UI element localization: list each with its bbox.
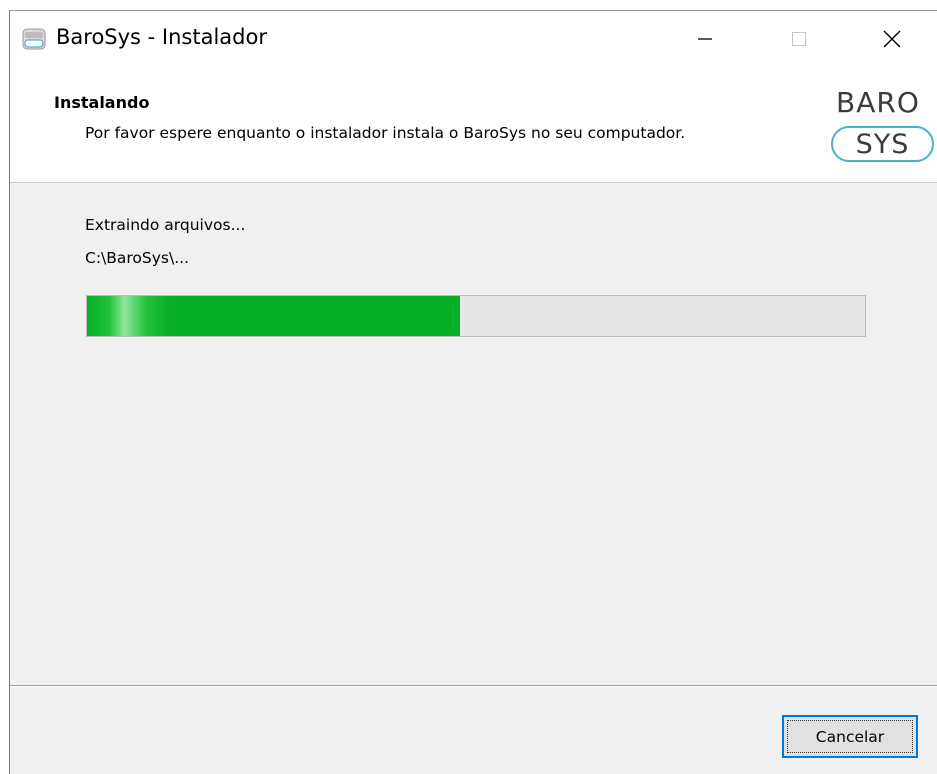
barosys-app-icon [22,28,46,50]
status-text: Extraindo arquivos... [85,216,246,234]
logo-text-top: BARO [836,86,920,119]
progress-bar [86,295,866,337]
installer-window: BaroSys - Instalador Instalando Por favo… [9,10,937,774]
close-icon [883,30,901,47]
minimize-icon [698,37,712,40]
progress-bar-fill [87,296,461,336]
page-title: Instalando [54,93,150,112]
cancel-button[interactable]: Cancelar [782,715,918,758]
current-path-text: C:\BaroSys\... [85,249,190,267]
barosys-logo: BARO SYS [826,86,937,166]
logo-text-bottom: SYS [855,128,910,160]
title-bar[interactable]: BaroSys - Instalador [10,11,937,66]
logo-pill: SYS [831,126,934,162]
cancel-button-label: Cancelar [815,727,885,746]
page-description: Por favor espere enquanto o instalador i… [85,124,686,142]
installer-header: Instalando Por favor espere enquanto o i… [10,66,937,183]
minimize-button[interactable] [658,11,752,66]
footer-divider [10,685,937,687]
window-title: BaroSys - Instalador [56,25,267,49]
maximize-button[interactable] [752,11,846,66]
close-button[interactable] [846,11,937,66]
maximize-icon [792,31,806,46]
